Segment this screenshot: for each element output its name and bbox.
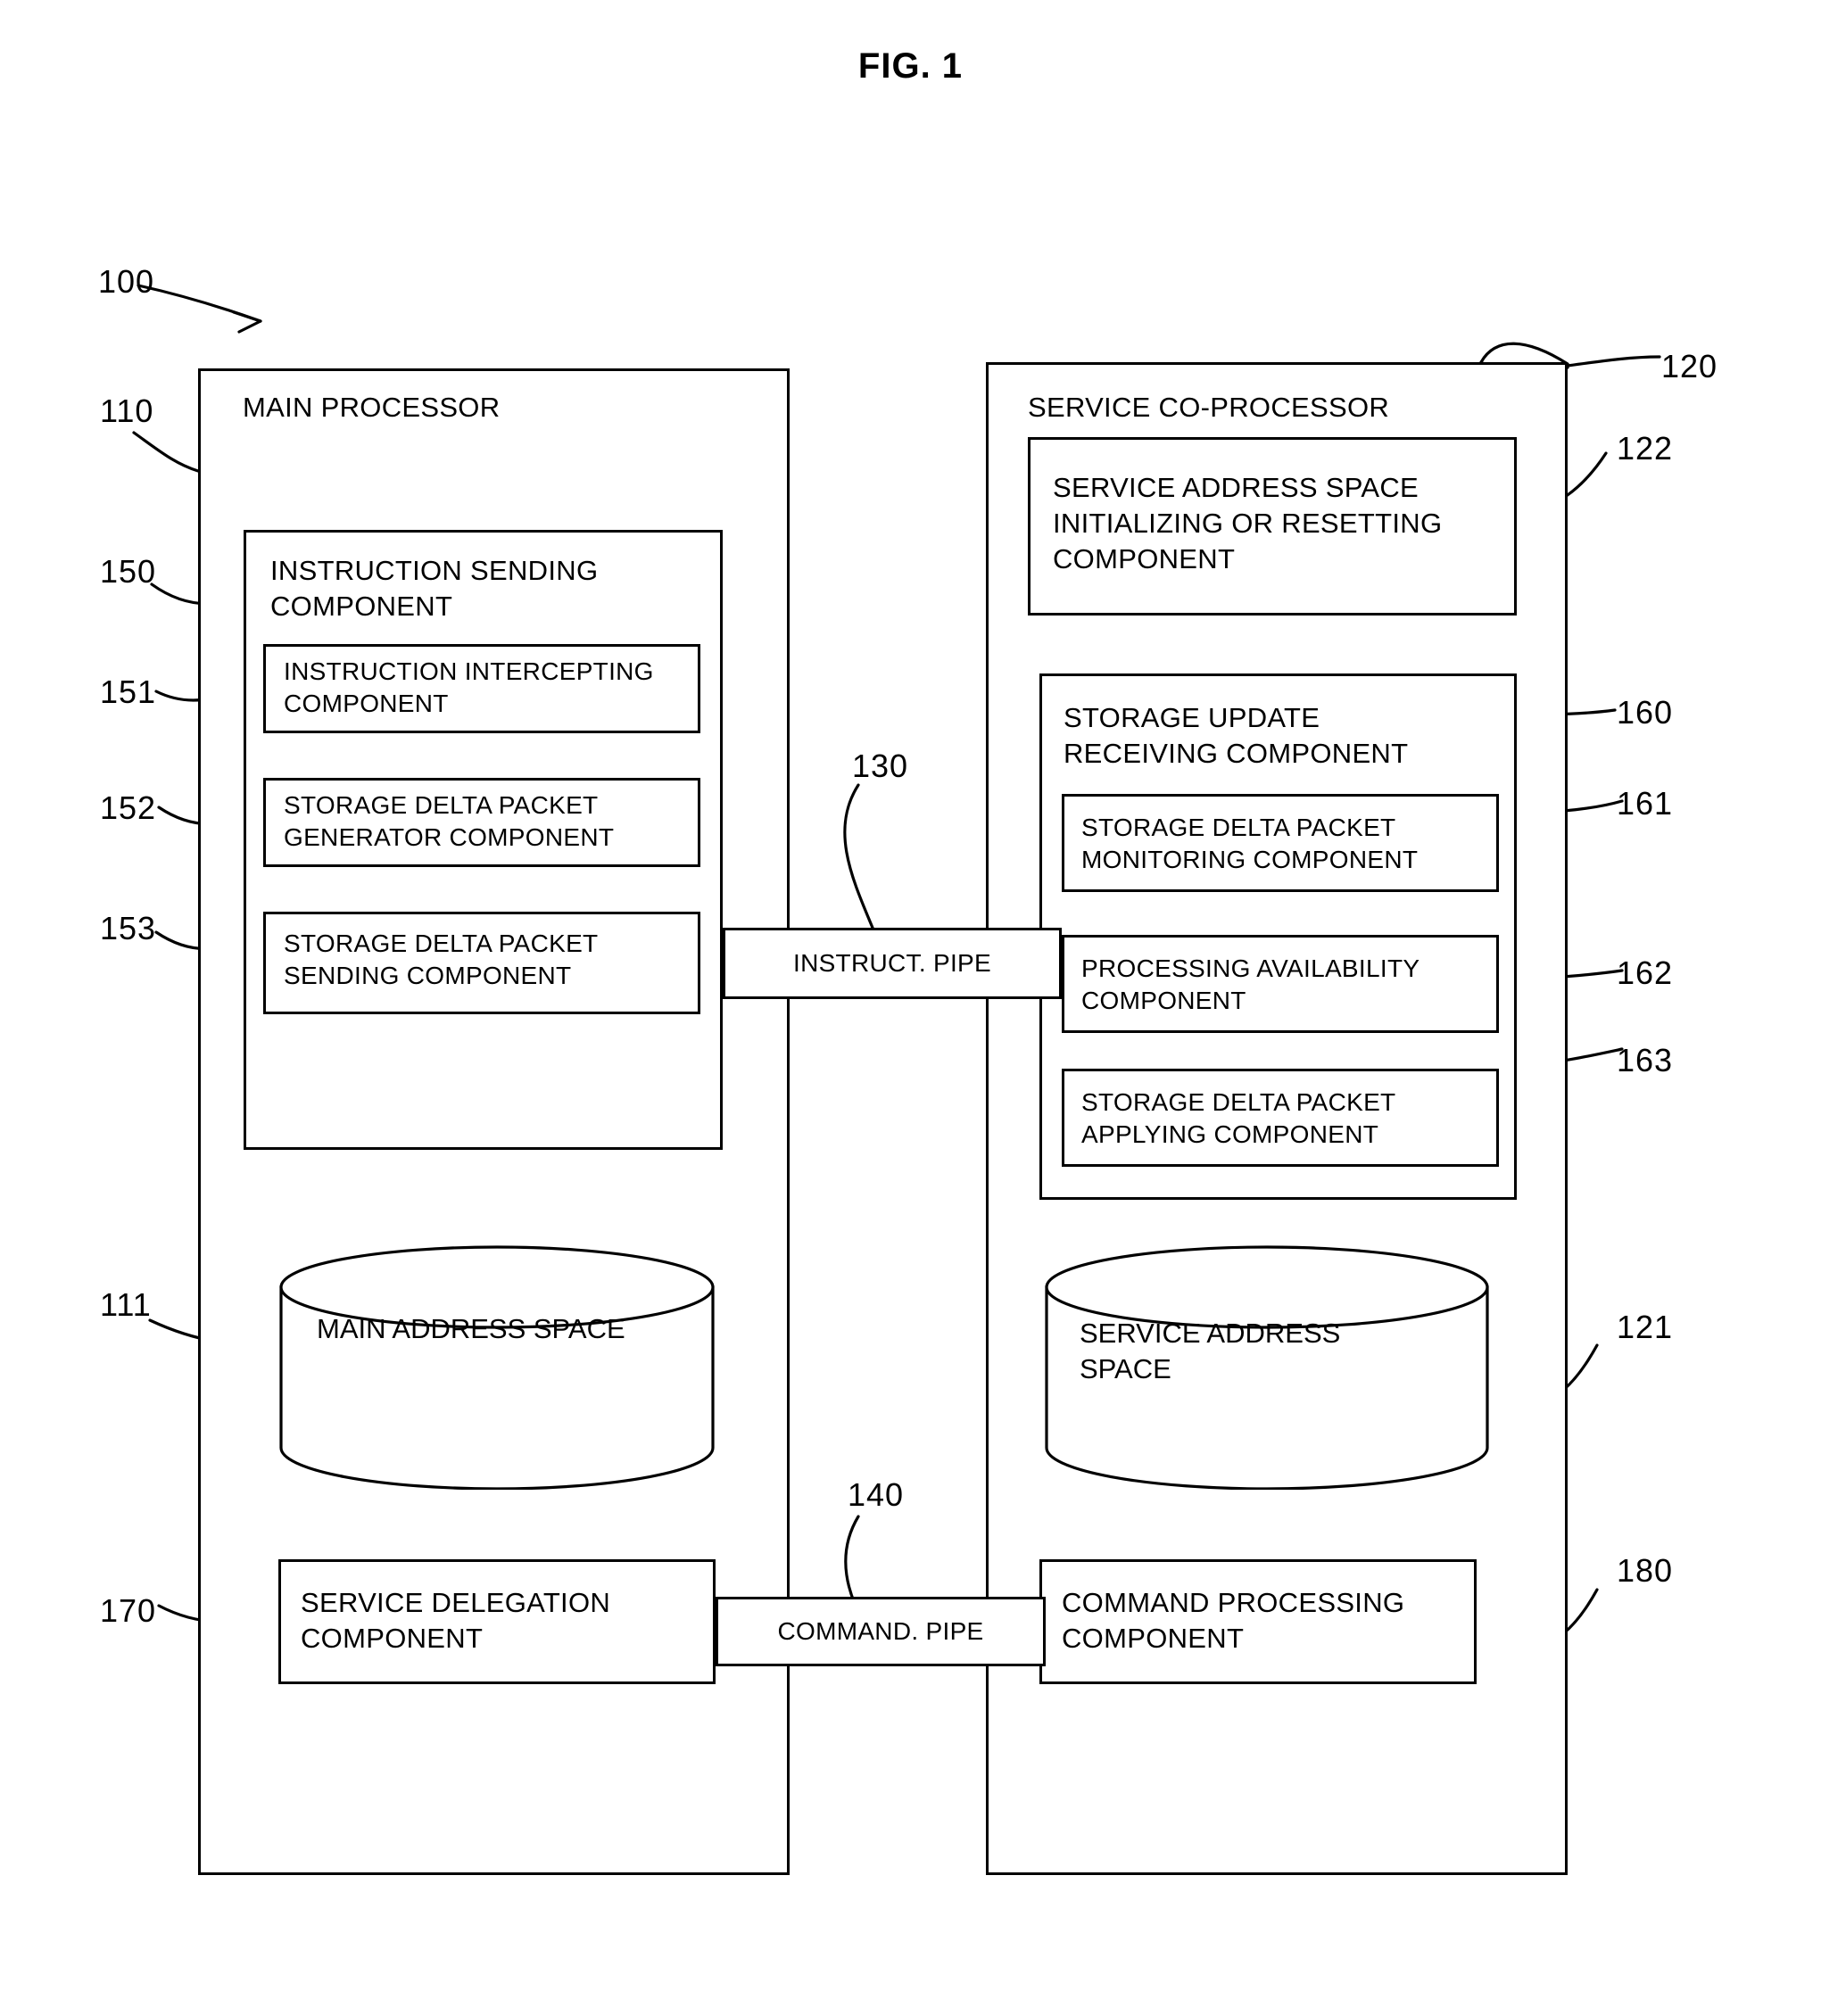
instruction-sending-component-title: INSTRUCTION SENDING COMPONENT — [270, 555, 599, 622]
service-coprocessor-title: SERVICE CO-PROCESSOR — [1028, 392, 1390, 423]
ref-110: 110 — [100, 392, 154, 429]
ref-151: 151 — [100, 673, 157, 710]
storage-delta-packet-monitoring-component-label: STORAGE DELTA PACKET MONITORING COMPONEN… — [1081, 814, 1419, 873]
command-pipe: COMMAND. PIPE — [716, 1597, 1046, 1666]
storage-delta-packet-sending-component-label: STORAGE DELTA PACKET SENDING COMPONENT — [284, 930, 599, 989]
command-processing-component-label: COMMAND PROCESSING COMPONENT — [1062, 1587, 1405, 1654]
instruction-intercepting-component-label: INSTRUCTION INTERCEPTING COMPONENT — [284, 657, 654, 717]
figure-title: FIG. 1 — [857, 46, 964, 86]
ref-160: 160 — [1617, 694, 1674, 731]
storage-update-receiving-component-title: STORAGE UPDATE RECEIVING COMPONENT — [1064, 702, 1409, 769]
processing-availability-component-label: PROCESSING AVAILABILITY COMPONENT — [1081, 954, 1420, 1014]
storage-delta-packet-generator-component-label: STORAGE DELTA PACKET GENERATOR COMPONENT — [284, 791, 615, 851]
main-address-space-label: MAIN ADDRESS SPACE — [317, 1313, 625, 1344]
ref-100: 100 — [98, 263, 155, 300]
instruct-pipe-label: INSTRUCT. PIPE — [792, 949, 991, 977]
ref-140: 140 — [848, 1476, 905, 1513]
ref-150: 150 — [100, 553, 157, 590]
ref-153: 153 — [100, 910, 157, 946]
ref-120: 120 — [1661, 348, 1718, 384]
service-delegation-component-label: SERVICE DELEGATION COMPONENT — [301, 1587, 611, 1654]
ref-170: 170 — [100, 1592, 157, 1629]
service-address-space-init-reset-component-label: SERVICE ADDRESS SPACE INITIALIZING OR RE… — [1053, 472, 1443, 574]
command-pipe-label: COMMAND. PIPE — [777, 1617, 984, 1645]
ref-162: 162 — [1617, 954, 1674, 991]
patent-figure-canvas: FIG. 1 MAIN PROCESSOR 110 100 INSTRUCTIO… — [0, 0, 1821, 2016]
main-processor-title: MAIN PROCESSOR — [243, 392, 501, 423]
service-address-space-label: SERVICE ADDRESS SPACE — [1080, 1318, 1341, 1384]
ref-163: 163 — [1617, 1042, 1674, 1078]
ref-111: 111 — [100, 1286, 152, 1323]
ref-122: 122 — [1617, 430, 1674, 467]
ref-121: 121 — [1617, 1309, 1674, 1345]
ref-152: 152 — [100, 789, 157, 826]
main-address-space-cylinder — [278, 1244, 716, 1490]
ref-161: 161 — [1617, 785, 1674, 822]
ref-130: 130 — [852, 748, 909, 784]
instruct-pipe: INSTRUCT. PIPE — [723, 928, 1062, 999]
storage-delta-packet-applying-component-label: STORAGE DELTA PACKET APPLYING COMPONENT — [1081, 1088, 1396, 1148]
ref-180: 180 — [1617, 1552, 1674, 1589]
